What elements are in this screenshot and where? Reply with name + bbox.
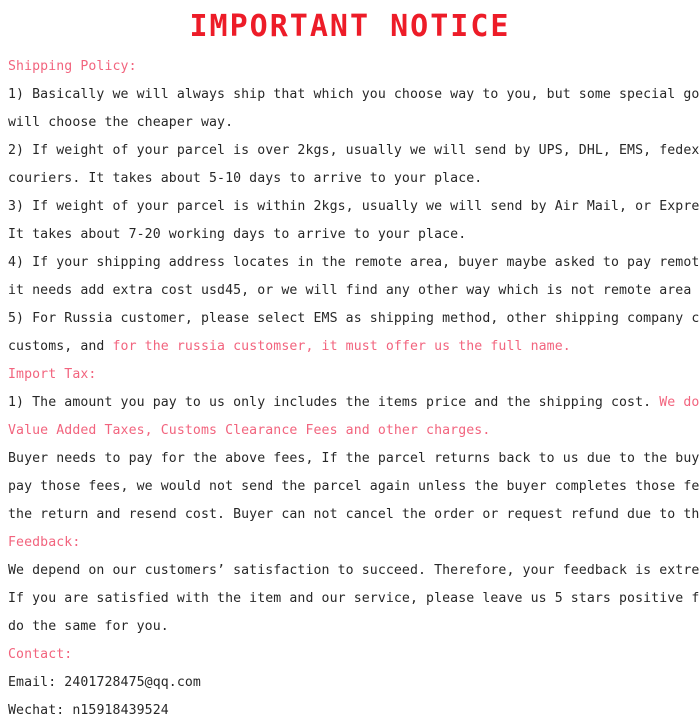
import-tax-line-3: Buyer needs to pay for the above fees, I…	[8, 451, 700, 466]
contact-heading: Contact:	[8, 647, 73, 662]
contact-email-label: Email:	[8, 675, 65, 690]
import-tax-line-5: the return and resend cost. Buyer can no…	[8, 507, 700, 522]
shipping-line-2: will choose the cheaper way.	[8, 115, 234, 130]
shipping-line-7: 4) If your shipping address locates in t…	[8, 255, 700, 270]
import-tax-line-2-highlight: Value Added Taxes, Customs Clearance Fee…	[8, 423, 491, 438]
page-title: IMPORTANT NOTICE	[189, 9, 511, 44]
shipping-line-5: 3) If weight of your parcel is within 2k…	[8, 199, 700, 214]
shipping-russia-highlight: for the russia customser, it must offer …	[112, 339, 571, 354]
notice-body: Shipping Policy: 1) Basically we will al…	[0, 53, 700, 725]
shipping-line-1: 1) Basically we will always ship that wh…	[8, 87, 700, 102]
contact-wechat-value[interactable]: n15918439524	[72, 703, 168, 718]
shipping-policy-heading: Shipping Policy:	[8, 59, 137, 74]
contact-wechat-label: Wechat:	[8, 703, 73, 718]
contact-wechat-row: Wechat: n15918439524	[8, 697, 692, 725]
shipping-line-3: 2) If weight of your parcel is over 2kgs…	[8, 143, 700, 158]
contact-email-row: Email: 2401728475@qq.com	[8, 669, 692, 697]
shipping-line-9: 5) For Russia customer, please select EM…	[8, 311, 700, 326]
shipping-russia-line: customs, and for the russia customser, i…	[8, 333, 692, 361]
feedback-line-3: do the same for you.	[8, 619, 169, 634]
contact-email-value[interactable]: 2401728475@qq.com	[64, 675, 201, 690]
shipping-line-4: couriers. It takes about 5-10 days to ar…	[8, 171, 483, 186]
shipping-line-6: It takes about 7-20 working days to arri…	[8, 227, 467, 242]
import-tax-line-1: 1) The amount you pay to us only include…	[8, 389, 699, 417]
important-notice-page: IMPORTANT NOTICE Shipping Policy: 1) Bas…	[0, 0, 700, 718]
shipping-line-8: it needs add extra cost usd45, or we wil…	[8, 283, 700, 298]
feedback-line-2: If you are satisfied with the item and o…	[8, 591, 700, 606]
shipping-russia-plain: customs, and	[8, 339, 113, 354]
import-tax-line-2: Value Added Taxes, Customs Clearance Fee…	[8, 417, 692, 445]
import-tax-line-1-plain: 1) The amount you pay to us only include…	[8, 395, 660, 410]
feedback-line-1: We depend on our customers’ satisfaction…	[8, 563, 700, 578]
feedback-heading: Feedback:	[8, 535, 81, 550]
import-tax-heading: Import Tax:	[8, 367, 97, 382]
import-tax-line-4: pay those fees, we would not send the pa…	[8, 479, 700, 494]
import-tax-line-1-highlight: We do not add Duties,	[659, 395, 700, 410]
